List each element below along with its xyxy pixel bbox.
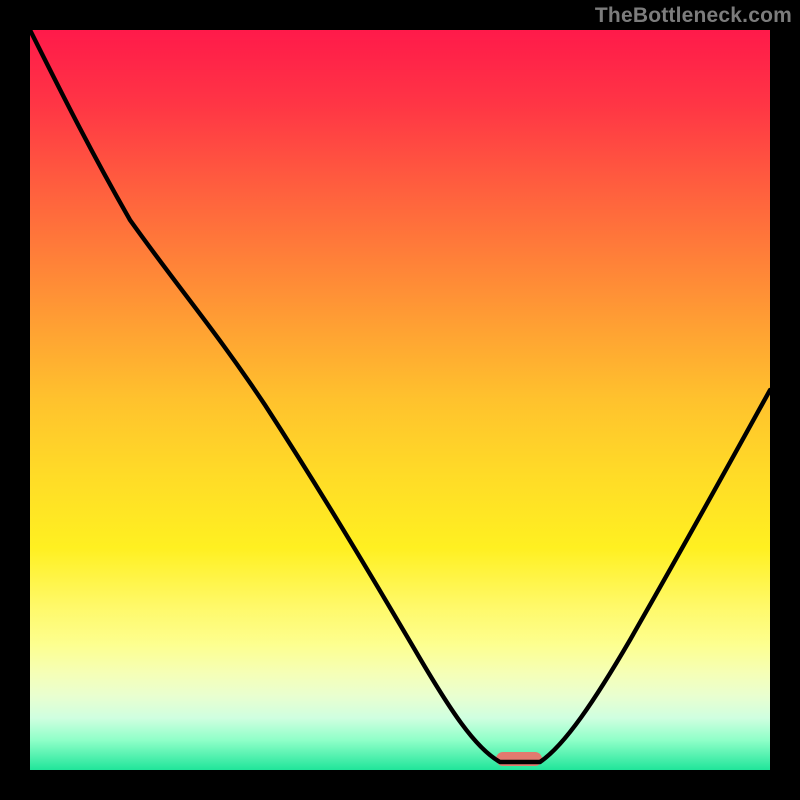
bottleneck-curve: [30, 30, 770, 770]
curve-path: [30, 30, 770, 762]
chart-stage: TheBottleneck.com: [0, 0, 800, 800]
watermark-text: TheBottleneck.com: [595, 4, 792, 28]
plot-area: [30, 30, 770, 770]
